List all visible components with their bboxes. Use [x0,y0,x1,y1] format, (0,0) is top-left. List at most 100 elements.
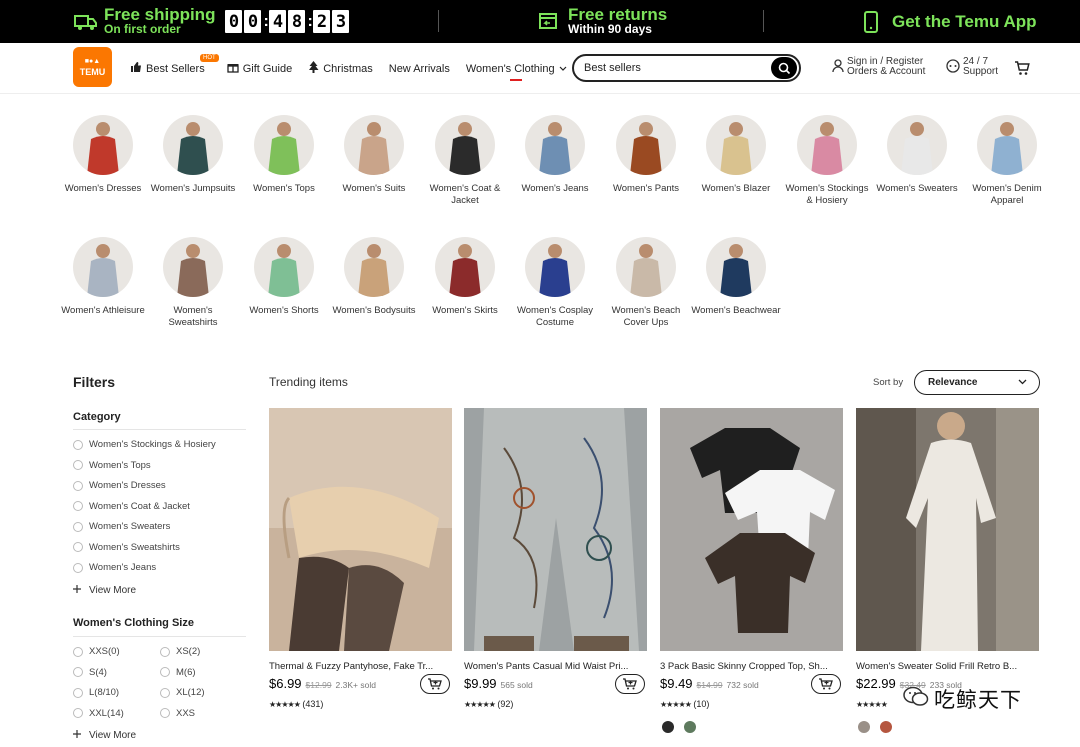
add-to-cart-button[interactable] [615,674,645,694]
add-to-cart-button[interactable] [420,674,450,694]
radio-button[interactable] [73,646,83,657]
category-filter-option[interactable]: Women's Coat & Jacket [73,501,190,512]
category-image[interactable] [344,237,404,297]
sort-dropdown[interactable]: Relevance [914,370,1040,395]
view-more-sizes[interactable]: View More [73,730,136,741]
category-filter-option[interactable]: Women's Tops [73,460,151,471]
product-card[interactable]: 3 Pack Basic Skinny Cropped Top, Sh... $… [660,408,843,733]
category-filter-option[interactable]: Women's Sweaters [73,521,170,532]
category-item[interactable]: Women's Athleisure [58,237,148,317]
category-image[interactable] [163,237,223,297]
product-title[interactable]: 3 Pack Basic Skinny Cropped Top, Sh... [660,661,843,672]
category-item[interactable]: Women's Jumpsuits [148,115,238,195]
nav-womens-clothing[interactable]: Women's Clothing [466,43,567,94]
temu-logo[interactable]: ■●▲ TEMU [73,47,112,87]
color-swatch[interactable] [662,721,674,733]
category-image[interactable] [616,115,676,175]
category-item[interactable]: Women's Blazer [691,115,781,195]
product-title[interactable]: Women's Sweater Solid Frill Retro B... [856,661,1039,672]
size-filter-option[interactable]: XXS [160,708,195,719]
category-image[interactable] [797,115,857,175]
product-card[interactable]: Women's Pants Casual Mid Waist Pri... $9… [464,408,647,709]
category-image[interactable] [254,115,314,175]
color-swatch[interactable] [858,721,870,733]
category-image[interactable] [254,237,314,297]
radio-button[interactable] [160,687,170,698]
category-image[interactable] [616,237,676,297]
color-swatch[interactable] [684,721,696,733]
cart-icon[interactable] [1014,60,1030,81]
category-image[interactable] [706,115,766,175]
free-shipping-promo[interactable]: Free shipping On first order 0 0 : 4 8 :… [74,0,350,43]
category-image[interactable] [344,115,404,175]
view-more-categories[interactable]: View More [73,585,136,596]
category-filter-option[interactable]: Women's Dresses [73,480,166,491]
radio-button[interactable] [160,667,170,677]
size-filter-option[interactable]: XS(2) [160,646,200,657]
get-app-promo[interactable]: Get the Temu App [862,0,1037,43]
category-image[interactable] [887,115,947,175]
category-image[interactable] [435,115,495,175]
size-filter-option[interactable]: S(4) [73,667,107,678]
category-item[interactable]: Women's Tops [239,115,329,195]
radio-button[interactable] [73,521,83,532]
category-item[interactable]: Women's Cosplay Costume [510,237,600,329]
add-to-cart-button[interactable] [811,674,841,694]
size-filter-option[interactable]: L(8/10) [73,687,119,698]
category-item[interactable]: Women's Bodysuits [329,237,419,317]
category-item[interactable]: Women's Sweatshirts [148,237,238,329]
category-item[interactable]: Women's Stockings & Hosiery [782,115,872,207]
category-filter-option[interactable]: Women's Sweatshirts [73,542,180,553]
category-image[interactable] [435,237,495,297]
category-item[interactable]: Women's Beachwear [691,237,781,317]
product-image[interactable] [856,408,1039,651]
category-image[interactable] [73,237,133,297]
category-image[interactable] [525,115,585,175]
radio-button[interactable] [160,708,170,718]
radio-button[interactable] [73,708,83,718]
product-title[interactable]: Women's Pants Casual Mid Waist Pri... [464,661,647,672]
radio-button[interactable] [73,439,83,450]
product-title[interactable]: Thermal & Fuzzy Pantyhose, Fake Tr... [269,661,452,672]
radio-button[interactable] [73,460,83,470]
category-image[interactable] [73,115,133,175]
category-item[interactable]: Women's Suits [329,115,419,195]
radio-button[interactable] [73,480,83,491]
category-item[interactable]: Women's Skirts [420,237,510,317]
nav-new-arrivals[interactable]: New Arrivals [389,43,450,94]
size-filter-option[interactable]: XXL(14) [73,708,124,719]
category-item[interactable]: Women's Jeans [510,115,600,195]
nav-gift-guide[interactable]: Gift Guide [227,43,292,94]
size-filter-option[interactable]: XL(12) [160,687,205,698]
search-input[interactable] [584,62,754,74]
radio-button[interactable] [73,687,83,698]
account-link[interactable]: Sign in / Register Orders & Account [832,57,925,77]
category-filter-option[interactable]: Women's Stockings & Hosiery [73,439,216,450]
nav-christmas[interactable]: Christmas [308,43,373,94]
category-filter-option[interactable]: Women's Jeans [73,562,156,573]
category-image[interactable] [163,115,223,175]
nav-best-sellers[interactable]: Best Sellers HOT [130,43,219,94]
category-item[interactable]: Women's Coat & Jacket [420,115,510,207]
radio-button[interactable] [73,501,83,511]
color-swatch[interactable] [880,721,892,733]
product-image[interactable] [660,408,843,651]
radio-button[interactable] [73,667,83,677]
support-link[interactable]: 24 / 7 Support [946,57,998,77]
category-item[interactable]: Women's Shorts [239,237,329,317]
category-image[interactable] [977,115,1037,175]
radio-button[interactable] [160,646,170,657]
category-image[interactable] [525,237,585,297]
radio-button[interactable] [73,542,83,552]
category-item[interactable]: Women's Pants [601,115,691,195]
product-image[interactable] [269,408,452,651]
size-filter-option[interactable]: XXS(0) [73,646,120,657]
search-button[interactable] [771,57,797,79]
category-item[interactable]: Women's Sweaters [872,115,962,195]
category-item[interactable]: Women's Dresses [58,115,148,195]
category-item[interactable]: Women's Beach Cover Ups [601,237,691,329]
size-filter-option[interactable]: M(6) [160,667,196,678]
product-image[interactable] [464,408,647,651]
radio-button[interactable] [73,562,83,573]
category-item[interactable]: Women's Denim Apparel [962,115,1052,207]
